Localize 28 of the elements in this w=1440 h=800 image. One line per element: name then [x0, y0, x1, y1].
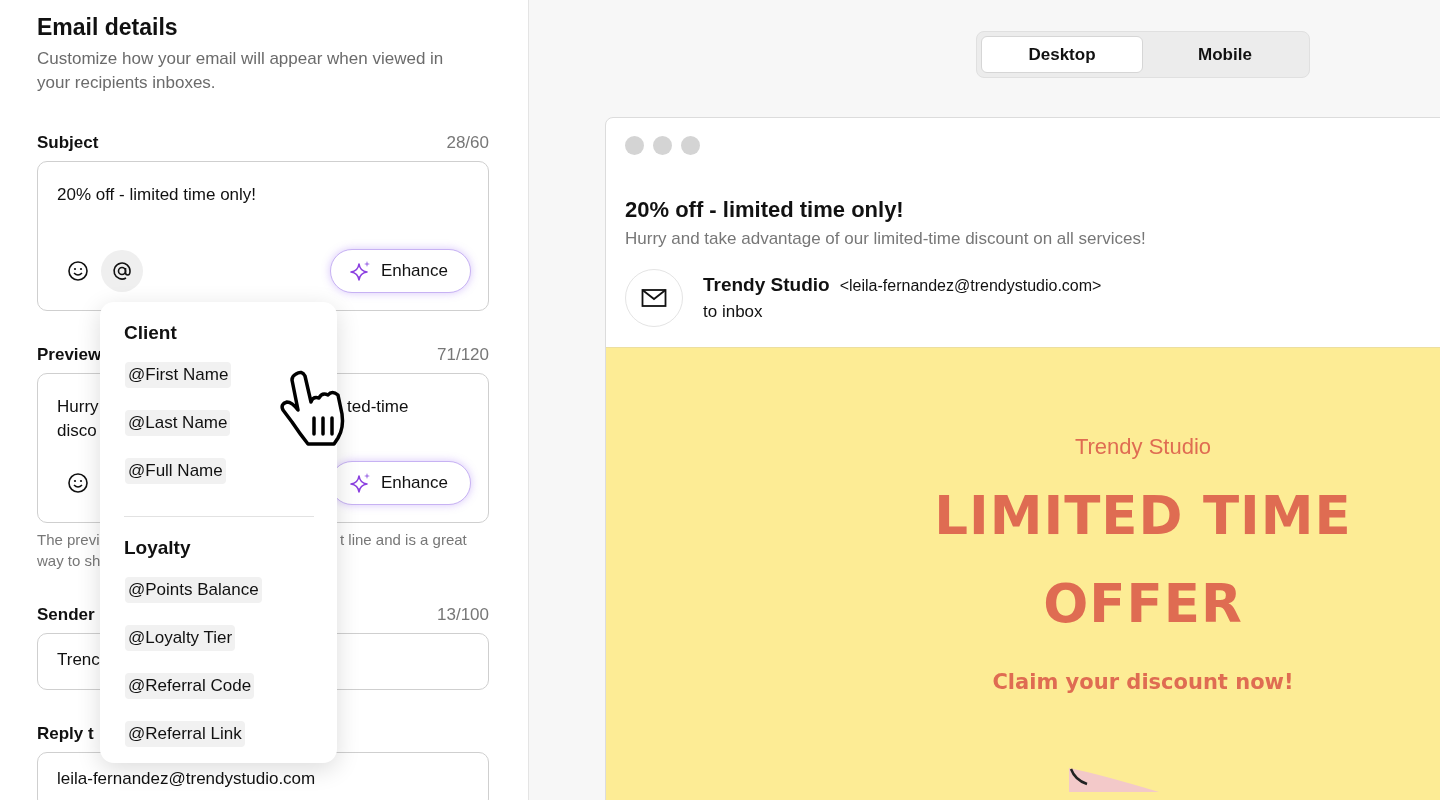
menu-section-title: Loyalty — [124, 537, 192, 560]
character-counter: 13/100 — [437, 605, 489, 625]
recipient-label: to inbox — [703, 302, 764, 322]
field-hint: The previ — [37, 531, 100, 548]
banner-brand: Trendy Studio — [1074, 434, 1212, 460]
sender-email: <leila-fernandez@trendystudio.com> — [839, 277, 1102, 295]
field-label: Reply t — [37, 724, 94, 744]
menu-section-title: Client — [124, 322, 178, 345]
field-label: Subject — [37, 133, 99, 153]
field-label: Preview — [37, 345, 102, 365]
banner-cta-text: Claim your discount now! — [992, 670, 1294, 694]
field-value: Trenc — [57, 650, 100, 669]
field-hint: way to sh — [37, 552, 101, 569]
email-subject: 20% off - limited time only! — [624, 196, 905, 223]
character-counter: 71/120 — [437, 345, 489, 365]
field-value: 20% off - limited time only! — [57, 185, 257, 204]
field-hint: t line and is a great — [340, 531, 467, 548]
panel-title: Email details — [37, 14, 179, 41]
field-value: ted-time — [347, 397, 409, 416]
character-counter: 28/60 — [446, 133, 489, 153]
panel-description: Customize how your email will appear when viewed in your recipients inboxes. — [37, 48, 445, 94]
field-value: Hurry — [57, 397, 99, 416]
banner-headline: LIMITED TIME OFFER — [933, 484, 1353, 636]
sender-name: Trendy Studio — [703, 274, 830, 296]
field-label: Sender — [37, 605, 95, 625]
field-value: disco — [57, 421, 97, 440]
field-value: leila-fernandez@trendystudio.com — [57, 769, 316, 788]
email-preview-text: Hurry and take advantage of our limited-time discount on all services! — [624, 228, 1147, 249]
